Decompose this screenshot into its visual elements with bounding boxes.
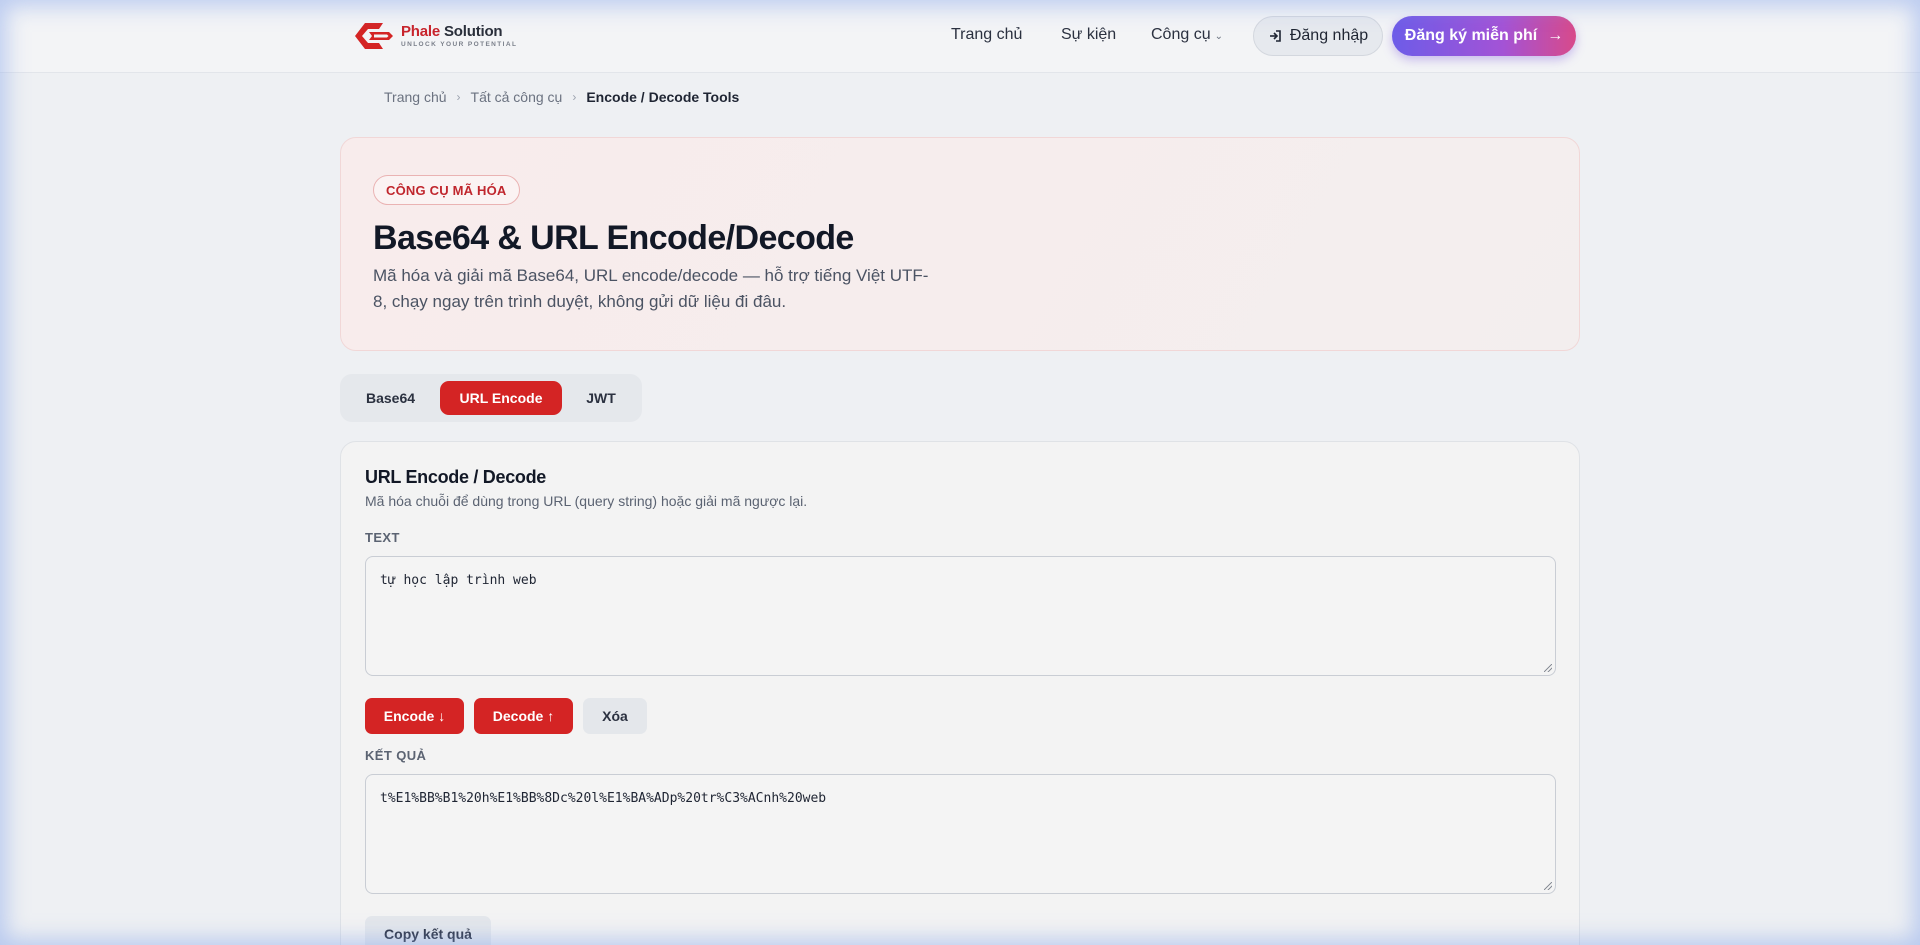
brand-tagline: UNLOCK YOUR POTENTIAL	[401, 40, 518, 48]
result-output-value: t%E1%BB%B1%20h%E1%BB%8Dc%20l%E1%BA%ADp%2…	[380, 791, 827, 806]
signup-button[interactable]: Đăng ký miễn phí →	[1392, 16, 1576, 56]
output-label: KẾT QUẢ	[365, 748, 427, 763]
nav-tools-label: Công cụ	[1151, 26, 1211, 43]
result-output[interactable]: t%E1%BB%B1%20h%E1%BB%8Dc%20l%E1%BA%ADp%2…	[365, 774, 1556, 894]
resize-handle-icon[interactable]	[1544, 664, 1552, 672]
hero-panel: CÔNG CỤ MÃ HÓA Base64 & URL Encode/Decod…	[340, 137, 1580, 351]
brand-logo[interactable]: Phale Solution UNLOCK YOUR POTENTIAL	[349, 18, 517, 54]
phale-logo-icon	[355, 23, 393, 49]
chevron-right-icon: ›	[456, 90, 461, 104]
login-button-label: Đăng nhập	[1289, 27, 1369, 44]
tab-url-encode[interactable]: URL Encode	[440, 381, 562, 415]
chevron-right-icon: ›	[572, 90, 577, 104]
category-badge: CÔNG CỤ MÃ HÓA	[373, 175, 520, 205]
text-input-value: tự học lập trình web	[380, 573, 537, 588]
encode-button[interactable]: Encode ↓	[365, 698, 464, 734]
page-description: Mã hóa và giải mã Base64, URL encode/dec…	[373, 266, 929, 311]
copy-result-button[interactable]: Copy kết quả	[365, 916, 491, 945]
url-encode-card: URL Encode / Decode Mã hóa chuỗi để dùng…	[340, 441, 1580, 945]
tab-jwt[interactable]: JWT	[568, 381, 634, 415]
login-icon	[1269, 30, 1281, 42]
text-input[interactable]: tự học lập trình web	[365, 556, 1556, 676]
tool-subtitle: Mã hóa chuỗi để dùng trong URL (query st…	[365, 493, 808, 509]
clear-button[interactable]: Xóa	[583, 698, 647, 734]
breadcrumb-current: Encode / Decode Tools	[586, 89, 740, 105]
tool-tabs: Base64 URL Encode JWT	[340, 374, 642, 422]
top-navbar: Phale Solution UNLOCK YOUR POTENTIAL Tra…	[0, 0, 1920, 73]
nav-home[interactable]: Trang chủ	[951, 26, 1022, 44]
page-title: Base64 & URL Encode/Decode	[373, 219, 854, 257]
brand-name: Phale	[401, 22, 441, 40]
tool-title: URL Encode / Decode	[365, 467, 547, 487]
brand-name-suffix: Solution	[440, 22, 503, 40]
breadcrumb-all-tools[interactable]: Tất cả công cụ	[471, 89, 563, 105]
input-label: TEXT	[365, 530, 400, 545]
tab-base64[interactable]: Base64	[348, 381, 433, 415]
arrow-right-icon: →	[1547, 27, 1564, 44]
breadcrumb: Trang chủ › Tất cả công cụ › Encode / De…	[384, 89, 739, 105]
chevron-down-icon: ⌄	[1214, 31, 1223, 42]
breadcrumb-home[interactable]: Trang chủ	[384, 89, 447, 105]
resize-handle-icon[interactable]	[1544, 882, 1552, 890]
login-button[interactable]: Đăng nhập	[1253, 16, 1383, 56]
nav-events[interactable]: Sự kiện	[1061, 26, 1116, 44]
signup-button-label: Đăng ký miễn phí	[1404, 27, 1538, 44]
nav-tools[interactable]: Công cụ ⌄	[1151, 26, 1223, 44]
decode-button[interactable]: Decode ↑	[474, 698, 573, 734]
